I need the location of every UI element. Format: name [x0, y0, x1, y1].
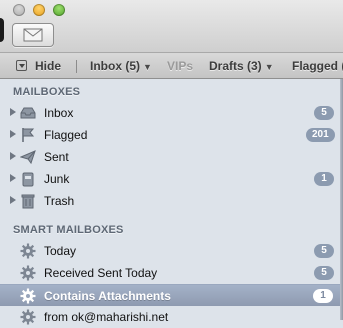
- hide-button[interactable]: Hide: [35, 59, 61, 73]
- sidebar-item-label: Sent: [44, 150, 69, 164]
- gear-icon: [20, 265, 36, 281]
- zoom-window-button[interactable]: [53, 4, 65, 16]
- trash-bin-icon: [22, 172, 34, 187]
- disclosure-triangle-icon[interactable]: [10, 108, 16, 116]
- sidebar-item-flagged[interactable]: Flagged 201: [0, 124, 343, 146]
- flagged-count-badge: 201: [306, 128, 335, 142]
- sidebar-item-received-sent-today[interactable]: Received Sent Today 5: [0, 262, 343, 284]
- sidebar-item-today[interactable]: Today 5: [0, 240, 343, 262]
- unread-count-badge: 5: [314, 244, 334, 258]
- favorite-vips[interactable]: VIPs: [167, 59, 193, 73]
- sidebar-item-label: Trash: [44, 194, 75, 208]
- favorites-bar: Hide Inbox (5) ▼ VIPs Drafts (3) ▼ Flagged…: [0, 52, 343, 79]
- close-window-button[interactable]: [13, 4, 25, 16]
- favorite-drafts[interactable]: Drafts (3) ▼: [209, 59, 274, 73]
- disclosure-triangle-icon[interactable]: [10, 130, 16, 138]
- compose-button[interactable]: [12, 23, 54, 47]
- paper-plane-icon: [20, 150, 36, 165]
- window-titlebar: [0, 0, 343, 52]
- gear-icon: [20, 288, 36, 304]
- mailbox-sidebar: MAILBOXES Inbox 5 Flagged 201 Sent Junk …: [0, 79, 343, 325]
- unread-count-badge: 5: [314, 106, 334, 120]
- disclosure-triangle-icon[interactable]: [10, 152, 16, 160]
- envelope-icon: [23, 28, 43, 42]
- chevron-down-icon: ▼: [264, 62, 274, 72]
- sidebar-item-junk[interactable]: Junk 1: [0, 168, 343, 190]
- gear-icon: [20, 309, 36, 325]
- mailboxes-header: MAILBOXES: [13, 86, 81, 98]
- hide-sidebar-icon[interactable]: [16, 60, 27, 71]
- sidebar-item-trash[interactable]: Trash: [0, 190, 343, 212]
- minimize-window-button[interactable]: [33, 4, 45, 16]
- sidebar-item-inbox[interactable]: Inbox 5: [0, 102, 343, 124]
- sidebar-item-label: Flagged: [44, 128, 88, 142]
- unread-count-badge: 1: [313, 289, 333, 303]
- favorite-drafts-label: Drafts (3): [209, 59, 262, 73]
- sidebar-item-label: Junk: [44, 172, 70, 186]
- sidebar-item-label: Today: [44, 244, 77, 258]
- favorite-inbox-label: Inbox (5): [90, 59, 140, 73]
- favorite-inbox[interactable]: Inbox (5) ▼: [90, 59, 152, 73]
- trash-can-icon: [21, 194, 35, 209]
- unread-count-badge: 5: [314, 266, 334, 280]
- sidebar-item-label: Received Sent Today: [44, 266, 158, 280]
- favorites-divider: [76, 60, 77, 73]
- disclosure-triangle-icon[interactable]: [10, 196, 16, 204]
- smart-mailboxes-header: SMART MAILBOXES: [13, 224, 124, 236]
- sidebar-item-contains-attachments[interactable]: Contains Attachments 1: [0, 284, 343, 306]
- gear-icon: [20, 243, 36, 259]
- sidebar-item-label: Contains Attachments: [44, 289, 171, 303]
- unread-count-badge: 1: [314, 172, 334, 186]
- sidebar-item-label: from ok@maharishi.net: [44, 310, 169, 324]
- favorite-flagged[interactable]: Flagged (: [292, 59, 343, 73]
- sidebar-item-label: Inbox: [44, 106, 74, 120]
- sidebar-item-from-ok-maharishi[interactable]: from ok@maharishi.net: [0, 306, 343, 328]
- disclosure-triangle-icon[interactable]: [10, 174, 16, 182]
- window-edge: [0, 18, 4, 42]
- inbox-tray-icon: [20, 107, 36, 119]
- chevron-down-icon: ▼: [143, 62, 152, 72]
- flag-icon: [22, 128, 35, 142]
- sidebar-item-sent[interactable]: Sent: [0, 146, 343, 168]
